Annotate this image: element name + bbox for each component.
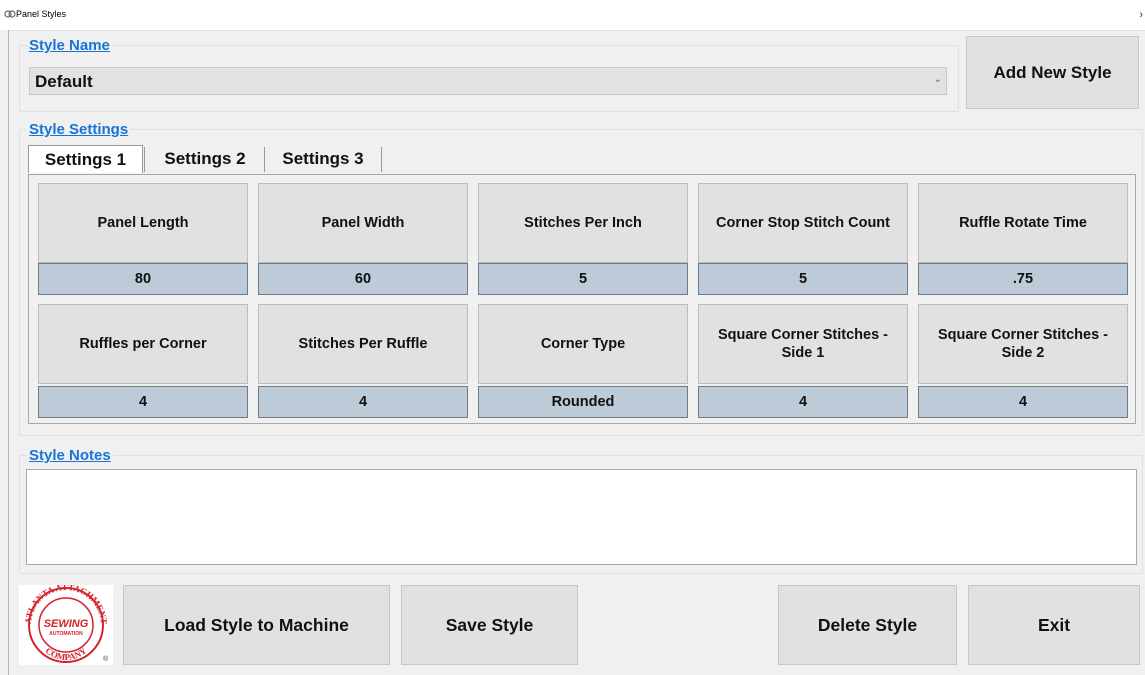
ruffles-per-corner-label: Ruffles per Corner xyxy=(38,304,248,384)
svg-text:®: ® xyxy=(103,655,109,663)
panel-length-label: Panel Length xyxy=(38,183,248,263)
panel-width-label: Panel Width xyxy=(258,183,468,263)
square-corner-stitches-side-1-value[interactable]: 4 xyxy=(698,386,908,418)
style-notes-textarea[interactable] xyxy=(26,469,1137,565)
corner-stop-stitch-count-value[interactable]: 5 xyxy=(698,263,908,295)
close-icon[interactable]: › xyxy=(1139,9,1143,21)
corner-type-value[interactable]: Rounded xyxy=(478,386,688,418)
app-icon xyxy=(4,10,16,18)
tab-settings-3[interactable]: Settings 3 xyxy=(266,145,380,173)
stitches-per-inch-value[interactable]: 5 xyxy=(478,263,688,295)
square-corner-stitches-side-1-label: Square Corner Stitches - Side 1 xyxy=(698,304,908,384)
chevron-down-icon[interactable]: ⌄ xyxy=(934,74,942,85)
style-name-dropdown[interactable]: Default ⌄ xyxy=(29,67,947,95)
stitches-per-ruffle-label: Stitches Per Ruffle xyxy=(258,304,468,384)
exit-button[interactable]: Exit xyxy=(968,585,1140,665)
save-style-button[interactable]: Save Style xyxy=(401,585,578,665)
add-new-style-button[interactable]: Add New Style xyxy=(966,36,1139,109)
corner-type-label: Corner Type xyxy=(478,304,688,384)
style-settings-label: Style Settings xyxy=(27,121,131,138)
load-style-button[interactable]: Load Style to Machine xyxy=(123,585,390,665)
panel-length-value[interactable]: 80 xyxy=(38,263,248,295)
tab-divider xyxy=(144,147,145,172)
window-left-border xyxy=(0,30,9,675)
square-corner-stitches-side-2-value[interactable]: 4 xyxy=(918,386,1128,418)
stitches-per-inch-label: Stitches Per Inch xyxy=(478,183,688,263)
style-name-value: Default xyxy=(35,72,93,91)
svg-text:SEWING: SEWING xyxy=(44,618,89,630)
tab-settings-2[interactable]: Settings 2 xyxy=(146,145,264,173)
company-logo: ATLANTA ATTACHMENT COMPANY SEWING AUTOMA… xyxy=(19,582,113,665)
svg-text:AUTOMATION: AUTOMATION xyxy=(49,631,83,637)
ruffle-rotate-time-value[interactable]: .75 xyxy=(918,263,1128,295)
square-corner-stitches-side-2-label: Square Corner Stitches - Side 2 xyxy=(918,304,1128,384)
style-notes-label: Style Notes xyxy=(27,447,113,464)
corner-stop-stitch-count-label: Corner Stop Stitch Count xyxy=(698,183,908,263)
tab-settings-1[interactable]: Settings 1 xyxy=(28,145,143,173)
window-title: Panel Styles xyxy=(16,9,67,19)
stitches-per-ruffle-value[interactable]: 4 xyxy=(258,386,468,418)
ruffles-per-corner-value[interactable]: 4 xyxy=(38,386,248,418)
delete-style-button[interactable]: Delete Style xyxy=(778,585,957,665)
title-bar: Panel Styles › xyxy=(0,0,1145,31)
tab-divider xyxy=(381,147,382,172)
tab-divider xyxy=(264,147,265,172)
panel-width-value[interactable]: 60 xyxy=(258,263,468,295)
style-name-label: Style Name xyxy=(27,37,112,54)
ruffle-rotate-time-label: Ruffle Rotate Time xyxy=(918,183,1128,263)
